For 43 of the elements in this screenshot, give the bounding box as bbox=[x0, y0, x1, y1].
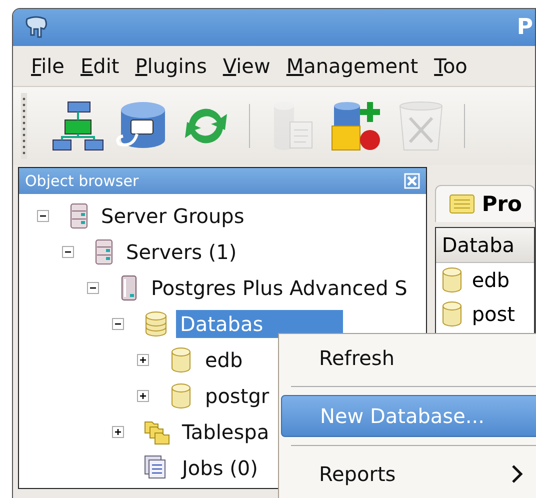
expander-icon[interactable] bbox=[137, 354, 149, 366]
tree-item[interactable]: Servers (1) bbox=[122, 238, 241, 266]
menu-item[interactable]: View bbox=[222, 54, 270, 78]
tree-item[interactable]: Jobs (0) bbox=[178, 454, 262, 482]
tree-item[interactable]: Postgres Plus Advanced S bbox=[147, 274, 412, 302]
context-menu-item[interactable]: Reports bbox=[281, 454, 536, 494]
database-icon bbox=[440, 301, 464, 327]
panel-title: Object browser bbox=[25, 172, 139, 190]
menu-item[interactable]: Management bbox=[286, 54, 418, 78]
menu-item[interactable]: File bbox=[31, 54, 64, 78]
database-icon bbox=[440, 267, 464, 293]
tree-item[interactable]: Tablespa bbox=[178, 418, 274, 446]
server-icon bbox=[94, 239, 114, 265]
expander-icon[interactable] bbox=[62, 246, 74, 258]
tree-item[interactable]: edb bbox=[201, 346, 247, 374]
menu-item[interactable]: Too bbox=[434, 54, 468, 78]
databases-icon bbox=[144, 311, 168, 337]
table-cell: edb bbox=[472, 268, 510, 292]
context-menu-item[interactable]: Refresh bbox=[281, 338, 536, 378]
tree-item[interactable]: Server Groups bbox=[97, 202, 248, 230]
window-title: P bbox=[516, 15, 533, 40]
list-icon bbox=[448, 193, 476, 215]
properties-tab[interactable]: Pro bbox=[434, 185, 535, 222]
expander-icon[interactable] bbox=[37, 210, 49, 222]
server-icon bbox=[119, 275, 139, 301]
expander-icon[interactable] bbox=[112, 318, 124, 330]
tree-item[interactable]: Databas bbox=[176, 310, 344, 338]
folders-icon bbox=[144, 419, 170, 445]
expander-icon[interactable] bbox=[112, 426, 124, 438]
close-icon[interactable] bbox=[404, 173, 420, 189]
database-icon bbox=[169, 347, 193, 373]
menu-item[interactable]: Edit bbox=[80, 54, 120, 78]
server-tree-icon[interactable] bbox=[51, 100, 105, 152]
tree-item[interactable]: postgr bbox=[201, 382, 274, 410]
menu-item[interactable]: Plugins bbox=[135, 54, 207, 78]
table-cell: post bbox=[472, 302, 516, 326]
expander-icon[interactable] bbox=[137, 390, 149, 402]
expander-icon[interactable] bbox=[87, 282, 99, 294]
toolbar-grip-icon bbox=[21, 93, 27, 159]
database-icon bbox=[169, 383, 193, 409]
chevron-right-icon bbox=[511, 464, 523, 484]
server-icon bbox=[69, 203, 89, 229]
column-header[interactable]: Databa bbox=[436, 228, 534, 263]
